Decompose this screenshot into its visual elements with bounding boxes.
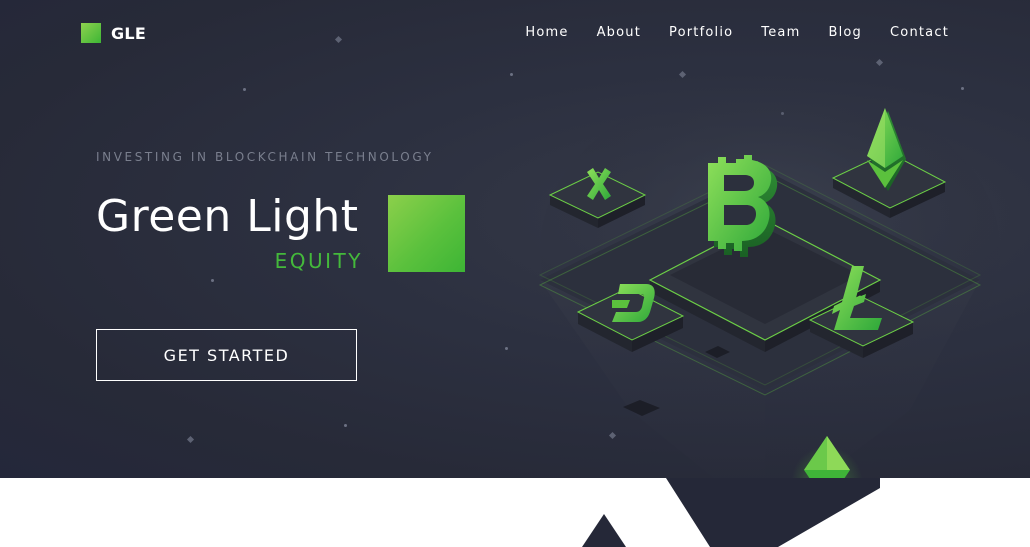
star-decoration — [211, 279, 214, 282]
get-started-button[interactable]: GET STARTED — [96, 329, 357, 381]
diamond-gem-icon — [791, 436, 863, 480]
hero-subtitle: EQUITY — [274, 249, 363, 273]
nav-item-home[interactable]: Home — [525, 25, 568, 40]
star-decoration — [510, 73, 513, 76]
bottom-decorative-shapes — [0, 478, 1030, 547]
green-square-decoration — [388, 195, 465, 272]
star-decoration — [243, 88, 246, 91]
hero-title-block: Green Light EQUITY — [96, 191, 363, 273]
main-nav: Home About Portfolio Team Blog Contact — [525, 25, 949, 40]
brand-logo[interactable]: GLE — [81, 23, 146, 43]
hero-title: Green Light — [96, 191, 359, 242]
nav-item-contact[interactable]: Contact — [890, 25, 949, 40]
hero-tagline: INVESTING IN BLOCKCHAIN TECHNOLOGY — [96, 150, 434, 164]
crypto-isometric-illustration — [538, 80, 1000, 480]
hero-section: GLE Home About Portfolio Team Blog Conta… — [0, 0, 1030, 480]
star-decoration — [678, 70, 687, 79]
star-decoration — [186, 435, 195, 444]
star-decoration — [875, 58, 884, 67]
nav-item-blog[interactable]: Blog — [828, 25, 862, 40]
nav-item-portfolio[interactable]: Portfolio — [669, 25, 733, 40]
star-decoration — [334, 35, 343, 44]
brand-name: GLE — [111, 23, 147, 43]
logo-square-icon — [81, 23, 101, 43]
star-decoration — [505, 347, 508, 350]
nav-item-team[interactable]: Team — [761, 25, 800, 40]
star-decoration — [344, 424, 347, 427]
nav-item-about[interactable]: About — [597, 25, 641, 40]
